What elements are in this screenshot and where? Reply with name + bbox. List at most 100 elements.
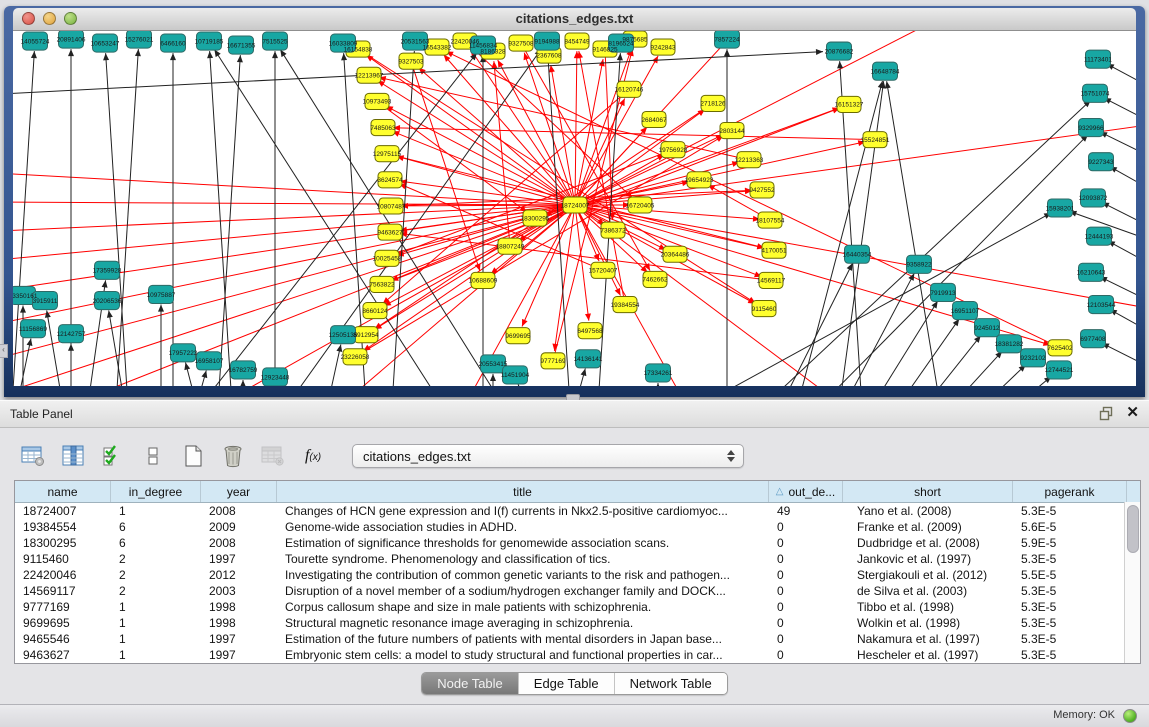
delete-button[interactable] xyxy=(218,442,248,470)
table-row[interactable]: 1872400712008Changes of HCN gene express… xyxy=(15,503,1140,519)
cell-short[interactable]: Franke et al. (2009) xyxy=(843,519,1013,535)
cell-in_degree[interactable]: 2 xyxy=(111,583,201,599)
cell-pagerank[interactable]: 5.3E-5 xyxy=(1013,647,1127,663)
cell-out_de[interactable]: 0 xyxy=(769,647,843,663)
float-panel-icon[interactable] xyxy=(1099,406,1114,421)
column-header-title[interactable]: title xyxy=(277,481,769,502)
cell-in_degree[interactable]: 1 xyxy=(111,615,201,631)
cell-year[interactable]: 1998 xyxy=(201,615,277,631)
cell-pagerank[interactable]: 5.3E-5 xyxy=(1013,583,1127,599)
table-row[interactable]: 1938455462009Genome-wide association stu… xyxy=(15,519,1140,535)
cell-in_degree[interactable]: 2 xyxy=(111,567,201,583)
cell-title[interactable]: Corpus callosum shape and size in male p… xyxy=(277,599,769,615)
cell-title[interactable]: Estimation of significance thresholds fo… xyxy=(277,535,769,551)
cell-name[interactable]: 9115460 xyxy=(15,551,111,567)
cell-pagerank[interactable]: 5.3E-5 xyxy=(1013,615,1127,631)
cell-in_degree[interactable]: 1 xyxy=(111,631,201,647)
cell-name[interactable]: 18300295 xyxy=(15,535,111,551)
cell-out_de[interactable]: 0 xyxy=(769,631,843,647)
table-panel-titlebar[interactable]: Table Panel ✕ xyxy=(0,400,1149,428)
cell-out_de[interactable]: 0 xyxy=(769,535,843,551)
cell-out_de[interactable]: 0 xyxy=(769,567,843,583)
cell-short[interactable]: Wolkin et al. (1998) xyxy=(843,615,1013,631)
scrollbar-thumb[interactable] xyxy=(1127,505,1139,553)
cell-name[interactable]: 18724007 xyxy=(15,503,111,519)
cell-in_degree[interactable]: 6 xyxy=(111,519,201,535)
table-row[interactable]: 969969511998Structural magnetic resonanc… xyxy=(15,615,1140,631)
cell-title[interactable]: Investigating the contribution of common… xyxy=(277,567,769,583)
column-header-in_degree[interactable]: in_degree xyxy=(111,481,201,502)
cell-year[interactable]: 2012 xyxy=(201,567,277,583)
column-select-button[interactable] xyxy=(58,442,88,470)
column-header-name[interactable]: name xyxy=(15,481,111,502)
cell-short[interactable]: de Silva et al. (2003) xyxy=(843,583,1013,599)
close-panel-icon[interactable]: ✕ xyxy=(1126,405,1139,421)
cell-name[interactable]: 19384554 xyxy=(15,519,111,535)
cell-short[interactable]: Hescheler et al. (1997) xyxy=(843,647,1013,663)
table-row[interactable]: 1456911722003Disruption of a novel membe… xyxy=(15,583,1140,599)
cell-pagerank[interactable]: 5.3E-5 xyxy=(1013,599,1127,615)
cell-title[interactable]: Tourette syndrome. Phenomenology and cla… xyxy=(277,551,769,567)
table-row[interactable]: 2242004622012Investigating the contribut… xyxy=(15,567,1140,583)
column-header-out_de[interactable]: △out_de... xyxy=(769,481,843,502)
cell-short[interactable]: Tibbo et al. (1998) xyxy=(843,599,1013,615)
cell-short[interactable]: Nakamura et al. (1997) xyxy=(843,631,1013,647)
cell-year[interactable]: 2009 xyxy=(201,519,277,535)
table-row[interactable]: 911546021997Tourette syndrome. Phenomeno… xyxy=(15,551,1140,567)
column-header-year[interactable]: year xyxy=(201,481,277,502)
cell-title[interactable]: Structural magnetic resonance image aver… xyxy=(277,615,769,631)
cell-title[interactable]: Embryonic stem cells: a model to study s… xyxy=(277,647,769,663)
cell-name[interactable]: 14569117 xyxy=(15,583,111,599)
clear-selection-button[interactable] xyxy=(138,442,168,470)
cell-year[interactable]: 1997 xyxy=(201,647,277,663)
delete-table-button[interactable] xyxy=(258,442,288,470)
cell-year[interactable]: 1997 xyxy=(201,631,277,647)
cell-title[interactable]: Changes of HCN gene expression and I(f) … xyxy=(277,503,769,519)
cell-out_de[interactable]: 0 xyxy=(769,519,843,535)
panel-edge-handle[interactable]: ‹ xyxy=(0,344,8,358)
cell-short[interactable]: Yano et al. (2008) xyxy=(843,503,1013,519)
network-view-canvas[interactable]: 1872400716154838122139671097349374850631… xyxy=(13,31,1136,386)
tab-network-table[interactable]: Network Table xyxy=(615,673,727,694)
cell-out_de[interactable]: 49 xyxy=(769,503,843,519)
cell-year[interactable]: 2008 xyxy=(201,535,277,551)
cell-in_degree[interactable]: 6 xyxy=(111,535,201,551)
column-header-short[interactable]: short xyxy=(843,481,1013,502)
function-builder-button[interactable]: f(x) xyxy=(298,442,328,470)
cell-out_de[interactable]: 0 xyxy=(769,551,843,567)
tab-node-table[interactable]: Node Table xyxy=(422,673,519,694)
select-columns-button[interactable] xyxy=(98,442,128,470)
cell-pagerank[interactable]: 5.3E-5 xyxy=(1013,551,1127,567)
cell-out_de[interactable]: 0 xyxy=(769,599,843,615)
new-table-button[interactable] xyxy=(178,442,208,470)
cell-out_de[interactable]: 0 xyxy=(769,615,843,631)
cell-pagerank[interactable]: 5.3E-5 xyxy=(1013,631,1127,647)
table-settings-button[interactable] xyxy=(18,442,48,470)
cell-pagerank[interactable]: 5.6E-5 xyxy=(1013,519,1127,535)
cell-out_de[interactable]: 0 xyxy=(769,583,843,599)
cell-name[interactable]: 22420046 xyxy=(15,567,111,583)
cell-short[interactable]: Stergiakouli et al. (2012) xyxy=(843,567,1013,583)
cell-pagerank[interactable]: 5.9E-5 xyxy=(1013,535,1127,551)
table-selector-dropdown[interactable]: citations_edges.txt xyxy=(352,444,744,468)
cell-year[interactable]: 2003 xyxy=(201,583,277,599)
cell-title[interactable]: Disruption of a novel member of a sodium… xyxy=(277,583,769,599)
cell-in_degree[interactable]: 2 xyxy=(111,551,201,567)
cell-short[interactable]: Dudbridge et al. (2008) xyxy=(843,535,1013,551)
cell-short[interactable]: Jankovic et al. (1997) xyxy=(843,551,1013,567)
cell-in_degree[interactable]: 1 xyxy=(111,647,201,663)
cell-name[interactable]: 9777169 xyxy=(15,599,111,615)
cell-title[interactable]: Genome-wide association studies in ADHD. xyxy=(277,519,769,535)
table-vertical-scrollbar[interactable] xyxy=(1124,502,1140,663)
tab-edge-table[interactable]: Edge Table xyxy=(519,673,615,694)
cell-name[interactable]: 9463627 xyxy=(15,647,111,663)
cell-in_degree[interactable]: 1 xyxy=(111,599,201,615)
table-row[interactable]: 977716911998Corpus callosum shape and si… xyxy=(15,599,1140,615)
cell-title[interactable]: Estimation of the future numbers of pati… xyxy=(277,631,769,647)
cell-pagerank[interactable]: 5.3E-5 xyxy=(1013,503,1127,519)
column-header-pagerank[interactable]: pagerank xyxy=(1013,481,1127,502)
cell-year[interactable]: 1997 xyxy=(201,551,277,567)
cell-year[interactable]: 2008 xyxy=(201,503,277,519)
cell-year[interactable]: 1998 xyxy=(201,599,277,615)
table-row[interactable]: 946554611997Estimation of the future num… xyxy=(15,631,1140,647)
